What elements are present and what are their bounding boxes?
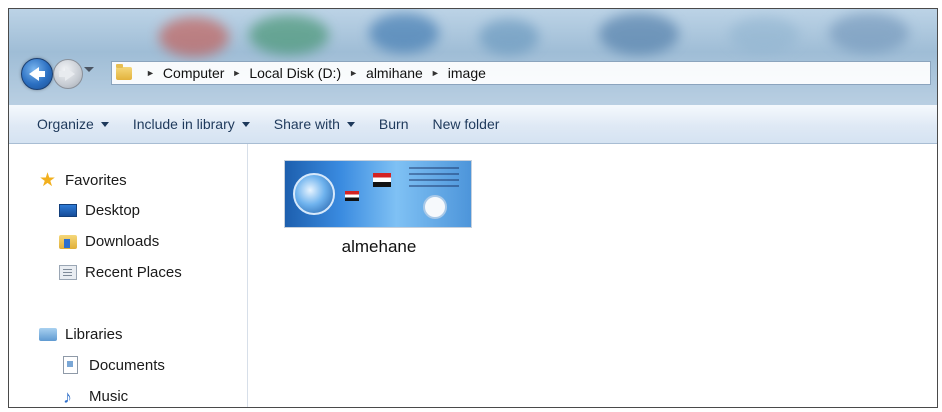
new-folder-button[interactable]: New folder (432, 116, 499, 132)
file-name: almehane (341, 237, 417, 256)
chevron-down-icon (100, 121, 109, 127)
include-in-library-label: Include in library (132, 116, 235, 132)
chevron-down-icon (346, 121, 355, 127)
chevron-right-icon[interactable]: ► (431, 68, 440, 78)
explorer-window: ► Computer ► Local Disk (D:) ► almihane … (8, 8, 938, 408)
nav-item-label: Recent Places (85, 264, 182, 281)
image-thumbnail[interactable] (284, 160, 472, 228)
breadcrumb-image[interactable]: image (448, 65, 486, 81)
nav-item-desktop[interactable]: Desktop (59, 202, 140, 219)
title-area: ► Computer ► Local Disk (D:) ► almihane … (9, 9, 937, 105)
chevron-right-icon[interactable]: ► (146, 68, 155, 78)
organize-label: Organize (37, 116, 94, 132)
command-bar: Organize Include in library Share with B… (9, 105, 937, 144)
nav-item-label: Documents (89, 356, 165, 374)
nav-item-recent-places[interactable]: Recent Places (59, 264, 182, 281)
recent-places-icon (59, 265, 77, 280)
burn-label: Burn (378, 116, 409, 132)
downloads-folder-icon (59, 234, 77, 249)
share-with-button[interactable]: Share with (274, 116, 355, 132)
back-button[interactable] (21, 58, 53, 90)
music-note-icon: ♪ (63, 386, 72, 407)
flag-graphic (373, 173, 391, 187)
navigation-pane: ★ Favorites Desktop Downloads Recent Pla… (9, 144, 248, 407)
include-in-library-button[interactable]: Include in library (133, 116, 250, 132)
nav-item-downloads[interactable]: Downloads (59, 233, 159, 250)
nav-item-documents[interactable]: Documents (63, 356, 165, 374)
nav-item-label: Downloads (85, 233, 160, 250)
folder-icon (116, 63, 132, 80)
file-list: almehane (248, 144, 937, 407)
nav-item-label: Music (89, 388, 129, 405)
address-bar[interactable]: ► Computer ► Local Disk (D:) ► almihane … (111, 61, 931, 85)
arabic-text-graphic (409, 167, 459, 189)
chevron-right-icon[interactable]: ► (349, 68, 358, 78)
nav-favorites[interactable]: ★ Favorites (39, 169, 127, 191)
new-folder-label: New folder (432, 116, 500, 132)
chevron-right-icon[interactable]: ► (232, 68, 241, 78)
recent-pages-dropdown[interactable] (84, 67, 94, 72)
nav-item-label: Desktop (85, 202, 141, 219)
nav-favorites-label: Favorites (65, 172, 127, 189)
breadcrumb-computer[interactable]: Computer (163, 65, 224, 81)
desktop-icon (59, 204, 77, 217)
share-with-label: Share with (273, 116, 340, 132)
globe-graphic (293, 173, 335, 215)
documents-icon (63, 356, 78, 374)
nav-libraries-label: Libraries (65, 326, 123, 343)
organize-button[interactable]: Organize (37, 116, 109, 132)
flag-graphic (345, 191, 359, 201)
chevron-down-icon (241, 121, 250, 127)
star-icon: ★ (39, 169, 57, 191)
libraries-icon (39, 328, 57, 341)
breadcrumb-almihane[interactable]: almihane (366, 65, 423, 81)
breadcrumb-local-disk[interactable]: Local Disk (D:) (249, 65, 341, 81)
clock-graphic (423, 195, 447, 219)
forward-button[interactable] (53, 59, 83, 89)
nav-libraries[interactable]: Libraries (39, 326, 123, 343)
nav-item-music[interactable]: ♪ Music (63, 386, 129, 407)
file-item[interactable]: almehane (284, 160, 474, 257)
burn-button[interactable]: Burn (379, 116, 409, 132)
